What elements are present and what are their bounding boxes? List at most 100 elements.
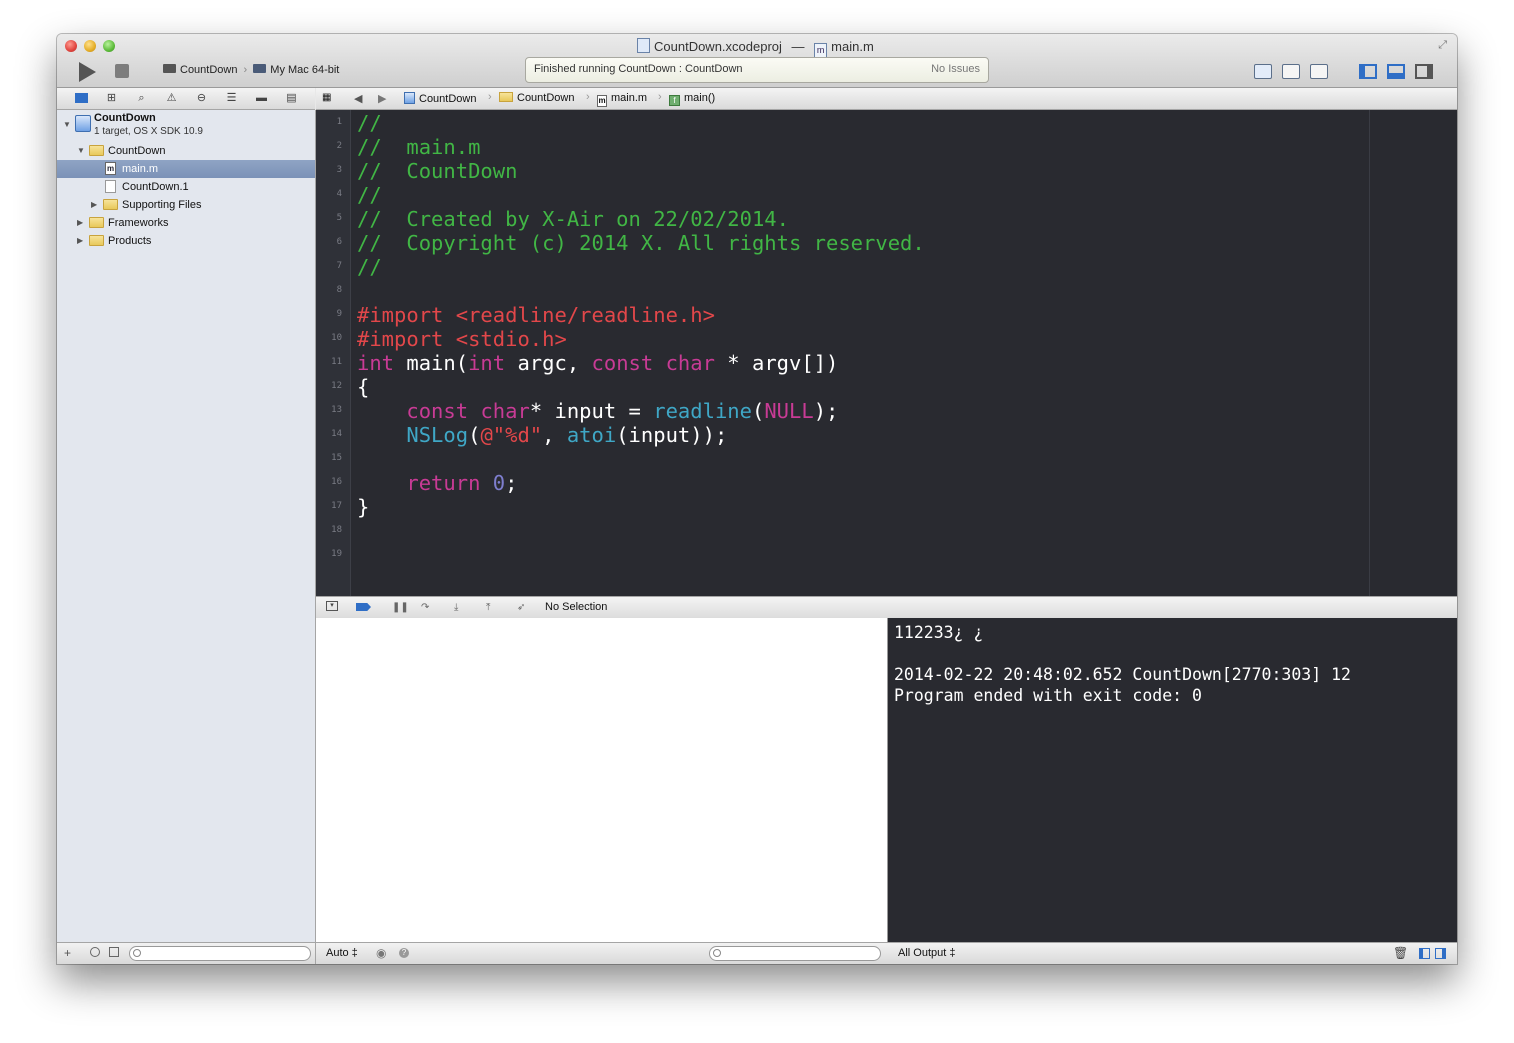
line-number: 17 bbox=[331, 501, 342, 511]
test-navigator-icon[interactable]: ⊖ bbox=[195, 92, 208, 104]
step-into-icon[interactable]: ⤓ bbox=[454, 602, 458, 613]
navigator-filter-field[interactable] bbox=[129, 946, 311, 961]
preprocessor-token: #import bbox=[357, 303, 444, 327]
location-arrow-icon[interactable]: ➶ bbox=[517, 602, 525, 613]
forward-arrow-icon[interactable]: ▶ bbox=[378, 92, 386, 105]
line-number-gutter[interactable]: 1 2 3 4 5 6 7 8 9 10 11 12 13 14 15 16 1… bbox=[316, 110, 351, 596]
folder-icon bbox=[89, 217, 104, 228]
crumb-label: CountDown bbox=[419, 93, 477, 105]
folder-icon bbox=[89, 235, 104, 246]
output-filter-popup[interactable]: All Output ‡ bbox=[898, 947, 955, 959]
line-number: 5 bbox=[336, 213, 342, 223]
include-path-token: <stdio.h> bbox=[455, 327, 567, 351]
eye-icon[interactable]: ◉ bbox=[376, 946, 386, 960]
search-icon[interactable]: ⌕ bbox=[135, 92, 148, 104]
line-number: 11 bbox=[331, 357, 342, 367]
standard-editor-icon[interactable] bbox=[1254, 64, 1272, 79]
tree-item-supporting-files[interactable]: ▶ Supporting Files bbox=[57, 196, 315, 214]
console-output[interactable]: 112233¿ ¿ 2014-02-22 20:48:02.652 CountD… bbox=[888, 618, 1457, 942]
project-root-row[interactable]: ▼ CountDown 1 target, OS X SDK 10.9 bbox=[57, 110, 315, 142]
source-control-filter-icon[interactable] bbox=[109, 947, 119, 957]
assistant-editor-icon[interactable] bbox=[1282, 64, 1300, 79]
tree-item-countdown-1[interactable]: CountDown.1 bbox=[57, 178, 315, 196]
line-number: 4 bbox=[336, 189, 342, 199]
tree-item-label: main.m bbox=[122, 163, 159, 175]
variables-view[interactable] bbox=[316, 618, 888, 942]
jump-crumb-function[interactable]: f main() bbox=[669, 92, 715, 106]
navigator-filter-bar: + bbox=[57, 942, 316, 964]
minimize-window-button[interactable] bbox=[84, 40, 96, 52]
project-navigator: ▼ CountDown 1 target, OS X SDK 10.9 ▼ Co… bbox=[57, 110, 316, 942]
project-subtitle: 1 target, OS X SDK 10.9 bbox=[94, 126, 203, 137]
step-out-icon[interactable]: ⤒ bbox=[486, 602, 490, 613]
toggle-utilities-icon[interactable] bbox=[1415, 64, 1433, 79]
show-variables-icon[interactable] bbox=[1419, 948, 1430, 959]
add-icon[interactable]: + bbox=[64, 946, 71, 960]
close-window-button[interactable] bbox=[65, 40, 77, 52]
variables-filter-field[interactable] bbox=[709, 946, 881, 961]
back-arrow-icon[interactable]: ◀ bbox=[354, 92, 362, 105]
code-line-3: // CountDown bbox=[357, 159, 518, 183]
search-icon bbox=[713, 949, 721, 957]
tree-item-label: Products bbox=[108, 235, 152, 247]
tree-item-products[interactable]: ▶ Products bbox=[57, 232, 315, 250]
fullscreen-icon[interactable]: ⤢ bbox=[1438, 39, 1447, 52]
tree-item-main-m[interactable]: m main.m bbox=[57, 160, 315, 178]
title-project: CountDown.xcodeproj bbox=[654, 39, 782, 54]
punctuation-token: ; bbox=[505, 471, 518, 495]
crumb-label: CountDown bbox=[517, 92, 575, 104]
objc-file-icon: m bbox=[105, 162, 116, 175]
issues-indicator[interactable]: No Issues bbox=[931, 63, 980, 75]
project-navigator-icon[interactable] bbox=[75, 93, 88, 103]
jump-crumb-project[interactable]: CountDown bbox=[404, 92, 476, 105]
trash-icon[interactable]: 🗑 bbox=[1393, 946, 1408, 960]
run-button[interactable] bbox=[79, 62, 96, 82]
zoom-window-button[interactable] bbox=[103, 40, 115, 52]
toggle-navigator-icon[interactable] bbox=[1359, 64, 1377, 79]
code-line-1: // bbox=[357, 111, 382, 135]
variables-scope-popup[interactable]: Auto ‡ bbox=[326, 947, 358, 959]
crumb-label: main.m bbox=[611, 92, 648, 104]
disclosure-closed-icon[interactable]: ▶ bbox=[91, 200, 97, 209]
stop-button[interactable] bbox=[115, 64, 129, 78]
line-number: 1 bbox=[336, 117, 342, 127]
disclosure-open-icon[interactable]: ▼ bbox=[63, 120, 71, 129]
scheme-selector[interactable]: CountDown › My Mac 64-bit bbox=[163, 64, 339, 76]
hide-debug-area-icon[interactable]: ▾ bbox=[326, 601, 338, 611]
info-icon[interactable]: ? bbox=[399, 948, 409, 958]
jump-crumb-group[interactable]: CountDown bbox=[499, 92, 574, 104]
version-editor-icon[interactable] bbox=[1310, 64, 1328, 79]
tree-item-countdown-group[interactable]: ▼ CountDown bbox=[57, 142, 315, 160]
related-items-icon[interactable]: ▦ bbox=[322, 92, 331, 103]
issue-navigator-icon[interactable]: ⚠ bbox=[165, 92, 178, 104]
toggle-debug-area-icon[interactable] bbox=[1387, 64, 1405, 79]
punctuation-token: , bbox=[542, 423, 567, 447]
symbol-navigator-icon[interactable]: ⊞ bbox=[105, 92, 118, 104]
identifier-token: argc, bbox=[505, 351, 592, 375]
pause-icon[interactable]: ❚❚ bbox=[392, 602, 409, 613]
chevron-right-icon: › bbox=[488, 91, 492, 103]
code-line-12: { bbox=[357, 375, 370, 399]
debug-bar: ▾ ❚❚ ↷ ⤓ ⤒ ➶ No Selection bbox=[316, 596, 1457, 619]
scheme-app-icon bbox=[163, 64, 176, 73]
debug-navigator-icon[interactable]: ☰ bbox=[225, 92, 238, 104]
page-guide bbox=[1369, 110, 1370, 596]
disclosure-open-icon[interactable]: ▼ bbox=[77, 146, 85, 155]
preprocessor-token: #import bbox=[357, 327, 444, 351]
show-console-icon[interactable] bbox=[1435, 948, 1446, 959]
log-navigator-icon[interactable]: ▤ bbox=[285, 92, 298, 104]
jump-crumb-file[interactable]: m main.m bbox=[597, 92, 647, 107]
string-token: @"%d" bbox=[480, 423, 543, 447]
recent-files-icon[interactable] bbox=[90, 947, 100, 957]
disclosure-closed-icon[interactable]: ▶ bbox=[77, 236, 83, 245]
tree-item-frameworks[interactable]: ▶ Frameworks bbox=[57, 214, 315, 232]
breakpoints-toggle-icon[interactable] bbox=[356, 603, 371, 611]
keyword-token: char bbox=[480, 399, 530, 423]
breakpoint-navigator-icon[interactable]: ▬ bbox=[255, 92, 268, 104]
step-over-icon[interactable]: ↷ bbox=[421, 602, 429, 613]
chevron-right-icon: › bbox=[658, 91, 662, 103]
code-line-7: // bbox=[357, 255, 382, 279]
destination-name: My Mac 64-bit bbox=[270, 64, 340, 76]
source-editor[interactable]: 1 2 3 4 5 6 7 8 9 10 11 12 13 14 15 16 1… bbox=[316, 110, 1457, 596]
disclosure-closed-icon[interactable]: ▶ bbox=[77, 218, 83, 227]
